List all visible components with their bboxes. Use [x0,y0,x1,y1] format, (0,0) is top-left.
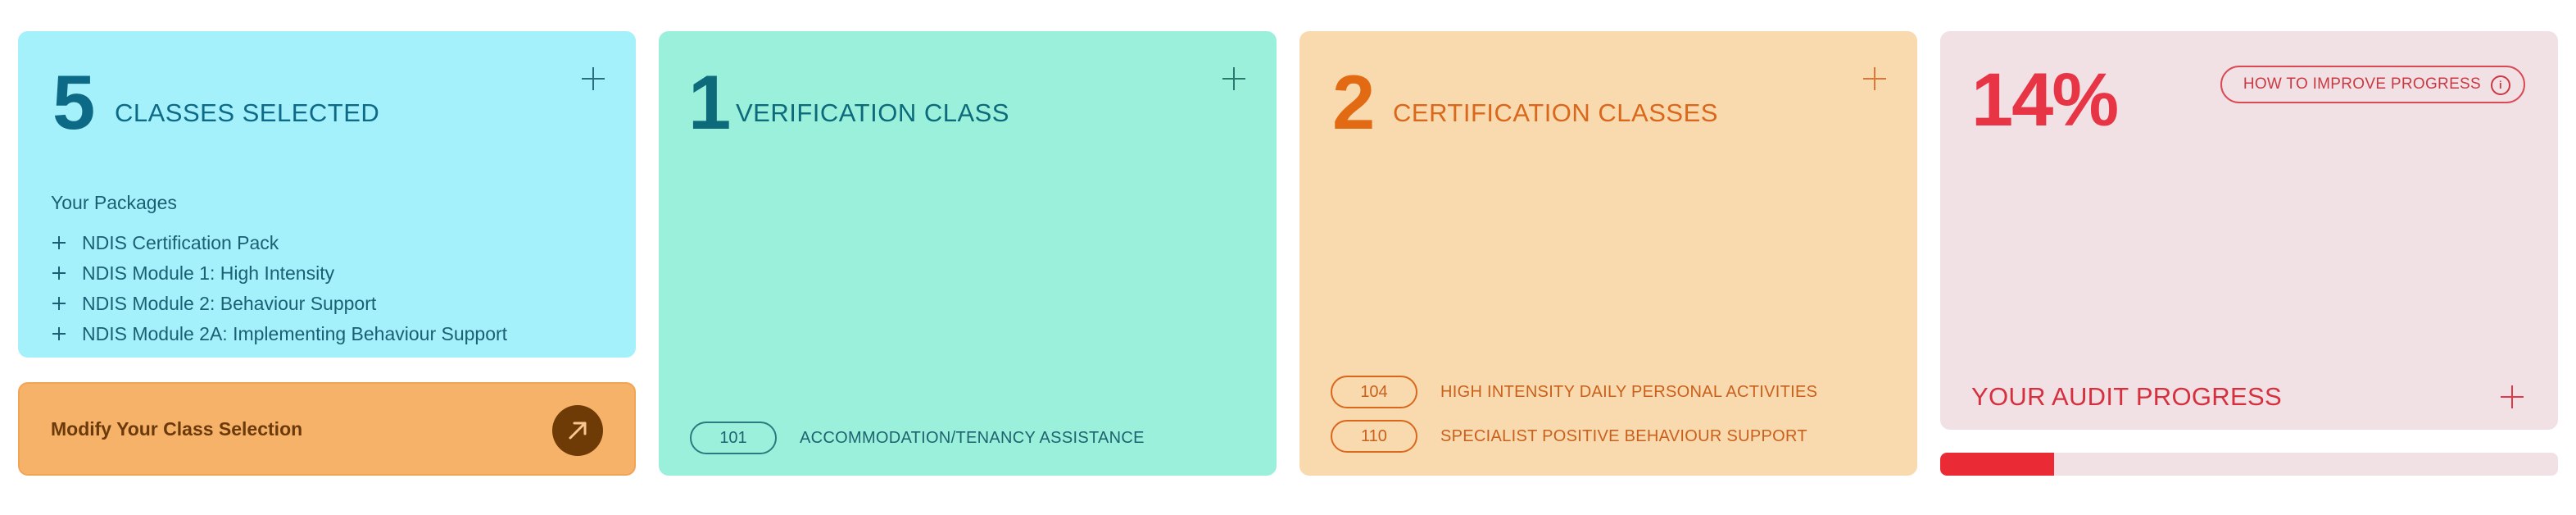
how-to-improve-progress-button[interactable]: HOW TO IMPROVE PROGRESS i [2220,66,2525,103]
package-label: NDIS Module 2: Behaviour Support [82,293,377,314]
list-item: NDIS Module 2A: Implementing Behaviour S… [51,319,507,349]
list-item: NDIS Certification Pack [51,228,507,258]
package-label: NDIS Module 1: High Intensity [82,262,335,284]
info-icon: i [2491,75,2510,95]
modify-class-selection-card[interactable]: Modify Your Class Selection [18,382,636,476]
audit-progress-card: 14% HOW TO IMPROVE PROGRESS i YOUR AUDIT… [1940,31,2558,430]
class-code-badge: 104 [1331,376,1417,408]
class-name: HIGH INTENSITY DAILY PERSONAL ACTIVITIES [1440,382,1818,401]
audit-progress-bar [1940,453,2558,476]
expand-plus-icon[interactable] [2501,385,2524,408]
class-name: ACCOMMODATION/TENANCY ASSISTANCE [800,428,1145,447]
classes-count: 5 [52,59,96,145]
verification-count: 1 [688,59,732,145]
class-row: 101 ACCOMMODATION/TENANCY ASSISTANCE [690,422,1145,454]
class-code-badge: 101 [690,422,777,454]
classes-selected-card: 5 CLASSES SELECTED Your Packages NDIS Ce… [18,31,636,358]
audit-progress-fill [1940,453,2055,476]
modify-class-selection-label: Modify Your Class Selection [51,418,303,440]
verification-title: VERIFICATION CLASS [736,98,1009,127]
expand-plus-icon[interactable] [1222,67,1245,90]
plus-icon [52,327,66,340]
improve-progress-label: HOW TO IMPROVE PROGRESS [2243,75,2481,93]
packages-list: NDIS Certification Pack NDIS Module 1: H… [51,228,507,349]
audit-progress-title: YOUR AUDIT PROGRESS [1971,382,2282,411]
plus-icon [52,267,66,280]
class-name: SPECIALIST POSITIVE BEHAVIOUR SUPPORT [1440,426,1807,445]
certification-count: 2 [1332,59,1376,145]
expand-plus-icon[interactable] [582,67,605,90]
audit-percent: 14% [1971,58,2119,142]
plus-icon [52,236,66,249]
expand-plus-icon[interactable] [1863,67,1886,90]
classes-title: CLASSES SELECTED [115,98,380,127]
class-row: 104 HIGH INTENSITY DAILY PERSONAL ACTIVI… [1331,376,1817,408]
certification-classes-card: 2 CERTIFICATION CLASSES 104 HIGH INTENSI… [1299,31,1917,476]
plus-icon [52,297,66,310]
modify-class-selection-button[interactable] [552,405,603,456]
packages-heading: Your Packages [51,192,177,213]
package-label: NDIS Module 2A: Implementing Behaviour S… [82,323,508,344]
arrow-up-right-icon [569,422,587,440]
package-label: NDIS Certification Pack [82,232,279,253]
verification-class-card: 1 VERIFICATION CLASS 101 ACCOMMODATION/T… [659,31,1277,476]
class-code-badge: 110 [1331,420,1417,453]
certification-title: CERTIFICATION CLASSES [1393,98,1718,127]
list-item: NDIS Module 1: High Intensity [51,258,507,289]
class-row: 110 SPECIALIST POSITIVE BEHAVIOUR SUPPOR… [1331,420,1807,453]
list-item: NDIS Module 2: Behaviour Support [51,289,507,319]
